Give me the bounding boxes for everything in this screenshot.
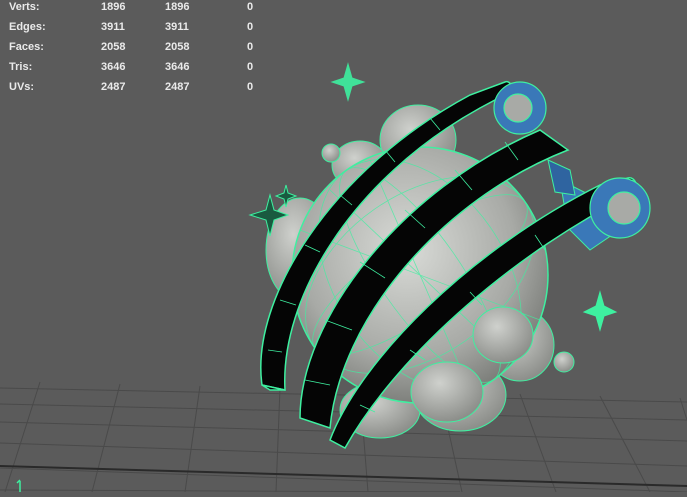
poly-count-hud: Verts: 1896 1896 0 Edges: 3911 3911 0 Fa… — [0, 0, 270, 100]
hud-label: Tris: — [9, 61, 33, 73]
hud-label: Edges: — [9, 21, 46, 33]
axis-gizmo-icon — [16, 479, 21, 492]
hud-row-uvs: UVs: 2487 2487 0 — [0, 80, 270, 100]
hud-row-verts: Verts: 1896 1896 0 — [0, 0, 270, 20]
hud-value: 2058 — [101, 41, 126, 53]
hud-value: 1896 — [165, 1, 190, 13]
grid-center-line — [0, 465, 687, 487]
hud-value: 0 — [247, 21, 254, 33]
maya-3d-viewport[interactable]: Verts: 1896 1896 0 Edges: 3911 3911 0 Fa… — [0, 0, 687, 493]
hud-value: 3911 — [165, 21, 189, 33]
hud-value: 0 — [247, 1, 254, 13]
hud-value: 1896 — [101, 1, 126, 13]
hud-value: 0 — [247, 41, 254, 53]
hud-row-edges: Edges: 3911 3911 0 — [0, 20, 270, 40]
hud-value: 2487 — [165, 81, 190, 93]
hud-row-faces: Faces: 2058 2058 0 — [0, 40, 270, 60]
sparkle-sphere-model-icon[interactable] — [248, 62, 651, 450]
hud-value: 0 — [247, 61, 254, 73]
hud-value: 3646 — [165, 61, 190, 73]
hud-value: 2487 — [101, 81, 126, 93]
hud-value: 3911 — [101, 21, 125, 33]
hud-value: 2058 — [165, 41, 190, 53]
hud-label: Verts: — [9, 1, 40, 13]
hud-label: UVs: — [9, 81, 35, 93]
hud-value: 0 — [247, 81, 254, 93]
hud-label: Faces: — [9, 41, 44, 53]
hud-row-tris: Tris: 3646 3646 0 — [0, 60, 270, 80]
hud-value: 3646 — [101, 61, 126, 73]
